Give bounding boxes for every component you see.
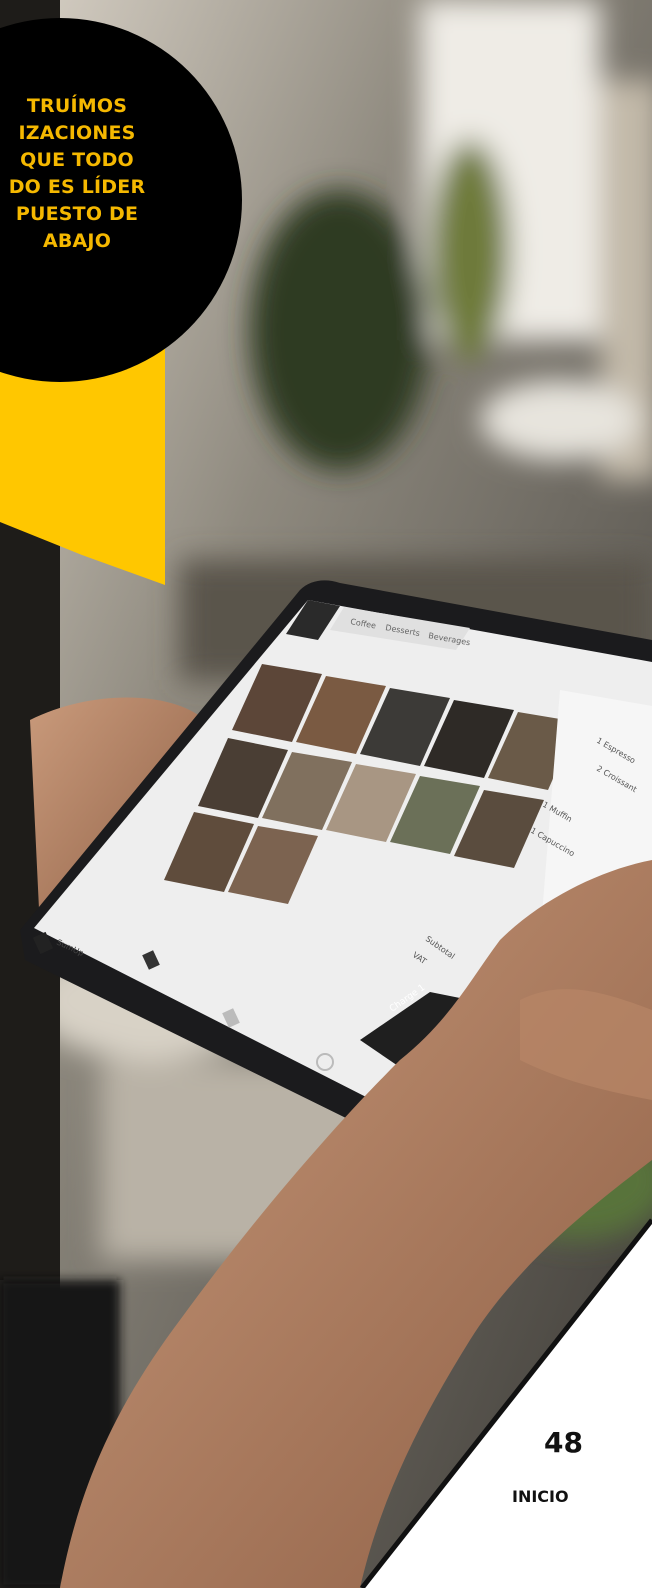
badge-line: DO ES LÍDER — [8, 176, 146, 198]
badge-text: TRUÍMOS IZACIONES QUE TODO DO ES LÍDER P… — [0, 93, 162, 255]
badge-line: PUESTO DE — [15, 203, 139, 225]
badge-line: QUE TODO — [20, 149, 134, 171]
page-number: 48 — [544, 1426, 583, 1459]
badge-line: TRUÍMOS — [26, 95, 128, 117]
home-link[interactable]: INICIO — [512, 1487, 569, 1506]
badge-line: IZACIONES — [18, 122, 136, 144]
badge-line: ABAJO — [42, 230, 112, 252]
